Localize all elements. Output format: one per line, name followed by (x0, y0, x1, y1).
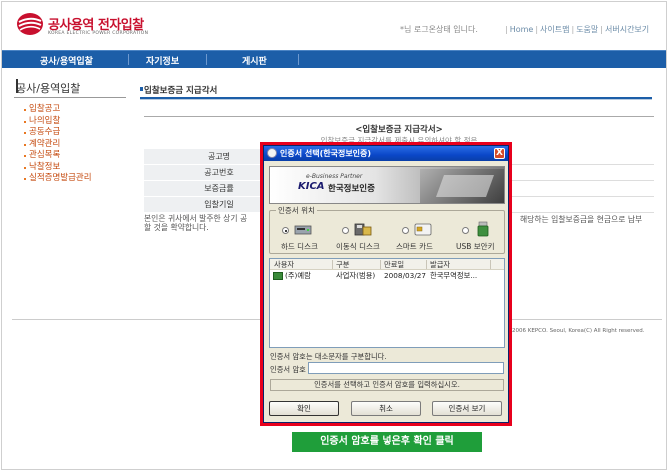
pledge-text-right: 해당하는 입찰보증금을 현금으로 납부 (520, 215, 643, 224)
password-label: 인증서 암호 (270, 365, 306, 374)
content-divider-light (140, 99, 652, 100)
banner-partner: e-Business Partner (306, 173, 363, 180)
certificate-icon (273, 272, 283, 280)
sidebar-item-my-bids[interactable]: 나의입찰 (24, 116, 92, 128)
column-divider (380, 260, 381, 269)
sidebar-title: 공사/용역입찰 (16, 82, 81, 95)
sidebar-item-favorites[interactable]: 관심목록 (24, 150, 92, 162)
nav-divider (128, 54, 129, 65)
radio-removable-disk[interactable] (342, 227, 349, 234)
instruction-caption: 인증서 암호를 넣은후 확인 클릭 (292, 432, 482, 452)
certificate-icon (267, 148, 277, 158)
kepco-logo-icon (17, 13, 43, 35)
dialog-titlebar[interactable]: 인증서 선택(한국정보인증) X (264, 146, 508, 161)
table-row[interactable]: (주)예람 사업자(범용) 2008/03/27 한국무역정보... (270, 271, 504, 281)
location-group-label: 인증서 위치 (276, 205, 317, 216)
kica-name: 한국정보인증 (328, 184, 375, 194)
sidebar-divider (14, 97, 126, 98)
link-help[interactable]: 도움말 (575, 25, 599, 34)
location-label-usb-key: USB 보안키 (456, 242, 495, 251)
location-label-hard-disk: 하드 디스크 (281, 242, 318, 251)
cell-user: (주)예람 (285, 271, 311, 280)
nav-divider (298, 54, 299, 65)
column-issuer[interactable]: 발급자 (430, 260, 450, 270)
dialog-title: 인증서 선택(한국정보인증) (280, 149, 372, 158)
password-input[interactable] (308, 362, 504, 374)
nav-divider (206, 54, 207, 65)
link-server-time[interactable]: 서버시간보기 (604, 25, 650, 34)
cancel-button[interactable]: 취소 (351, 401, 421, 416)
hard-disk-icon (294, 225, 312, 235)
sidebar-item-contracts[interactable]: 계약관리 (24, 139, 92, 151)
nav-item-bidding[interactable]: 공사/용역입찰 (40, 54, 93, 67)
radio-hard-disk[interactable] (282, 227, 289, 234)
form-title: <입찰보증금 지급각서> (355, 125, 443, 135)
certificate-location-group: 인증서 위치 하드 디스크 이동식 디스크 스마트 카드 USB 보안키 (269, 205, 505, 254)
status-message: 인증서를 선택하고 인증서 암호를 입력하십시오. (270, 379, 504, 391)
cell-issuer: 한국무역정보... (430, 271, 478, 280)
column-divider (490, 260, 491, 269)
sidebar-item-joint-supply[interactable]: 공동수급 (24, 127, 92, 139)
content-title: 입찰보증금 지급각서 (144, 86, 218, 96)
kica-logo: KICA (298, 181, 325, 192)
close-button[interactable]: X (494, 148, 505, 159)
column-divider (426, 260, 427, 269)
column-type[interactable]: 구분 (336, 260, 349, 270)
ok-button[interactable]: 확인 (269, 401, 339, 416)
page-frame: 공사용역 전자입찰 KOREA ELECTRIC POWER CORPORATI… (1, 1, 667, 470)
nav-item-my-info[interactable]: 자기정보 (146, 54, 179, 67)
link-sitemap[interactable]: 사이트맵 (539, 25, 570, 34)
main-nav: 공사/용역입찰 자기정보 게시판 (2, 50, 666, 68)
column-divider (332, 260, 333, 269)
nav-item-board[interactable]: 게시판 (242, 54, 267, 67)
banner-graphic (435, 175, 495, 197)
link-home[interactable]: Home (509, 25, 535, 34)
view-certificate-button[interactable]: 인증서 보기 (432, 401, 502, 416)
content-title-bullet (140, 87, 143, 91)
sidebar-item-certificates[interactable]: 실적증명발급관리 (24, 173, 92, 185)
cell-expires: 2008/03/27 (384, 271, 427, 280)
sidebar-item-bid-notice[interactable]: 입찰공고 (24, 104, 92, 116)
radio-usb-key[interactable] (462, 227, 469, 234)
certificate-dialog: 인증서 선택(한국정보인증) X e-Business Partner KICA… (263, 145, 509, 423)
cell-type: 사업자(범용) (336, 271, 376, 280)
kica-banner: e-Business Partner KICA 한국정보인증 (269, 166, 505, 204)
case-sensitive-hint: 인증서 암호는 대소문자를 구분합니다. (270, 352, 387, 361)
usb-key-icon (477, 221, 489, 237)
radio-smart-card[interactable] (402, 227, 409, 234)
top-links: | Home | 사이트맵 | 도움말 | 서버시간보기 (505, 25, 650, 34)
brand-subtitle: KOREA ELECTRIC POWER CORPORATION (48, 31, 149, 36)
location-label-smart-card: 스마트 카드 (396, 242, 433, 251)
column-expires[interactable]: 만료일 (384, 260, 404, 270)
smart-card-icon (414, 223, 432, 236)
column-user[interactable]: 사용자 (274, 260, 294, 270)
copyright: 2006 KEPCO. Seoul, Korea(C) All Right re… (512, 328, 645, 334)
sidebar-item-award-info[interactable]: 낙찰정보 (24, 162, 92, 174)
login-status: *님 로그온상태 입니다. (400, 25, 478, 34)
certificate-list: 사용자 구분 만료일 발급자 (주)예람 사업자(범용) 2008/03/27 … (269, 258, 505, 348)
certificate-list-header: 사용자 구분 만료일 발급자 (270, 259, 504, 270)
sidebar-menu: 입찰공고 나의입찰 공동수급 계약관리 관심목록 낙찰정보 실적증명발급관리 (24, 104, 92, 185)
header: 공사용역 전자입찰 KOREA ELECTRIC POWER CORPORATI… (2, 2, 666, 46)
removable-disk-icon (354, 223, 372, 236)
location-label-removable-disk: 이동식 디스크 (336, 242, 380, 251)
